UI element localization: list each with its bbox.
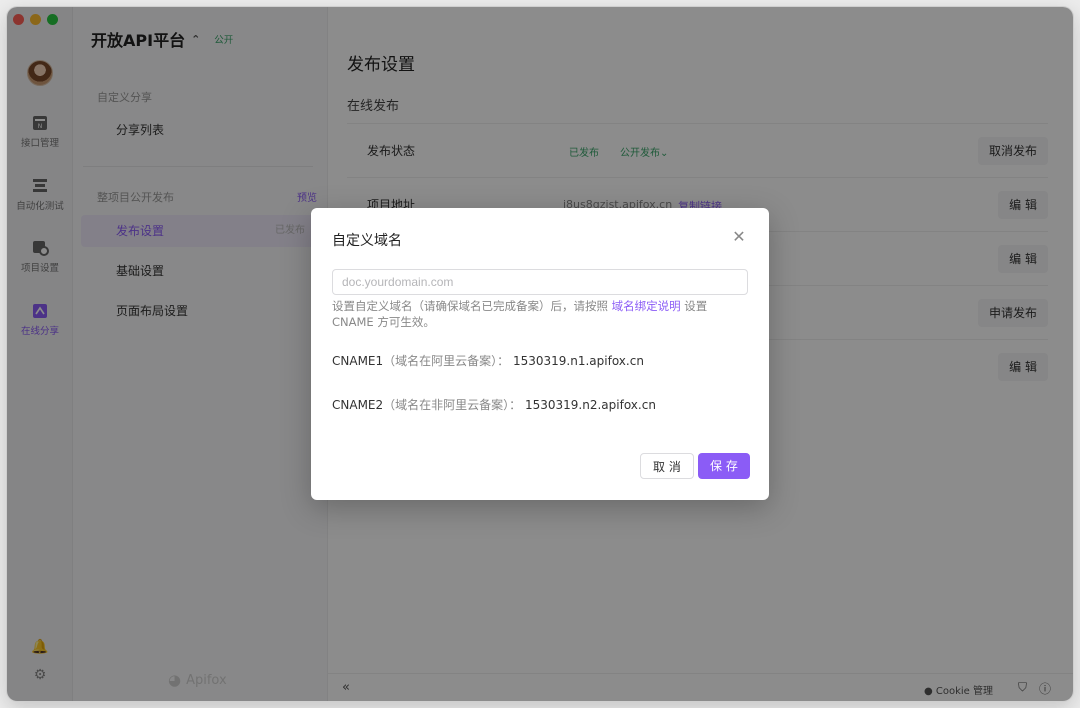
- cname-value: 1530319.n2.apifox.cn: [524, 398, 656, 412]
- dialog-title: 自定义域名: [332, 233, 402, 249]
- domain-input[interactable]: [332, 269, 748, 295]
- cname2-row: CNAME2（域名在非阿里云备案）： 1530319.n2.apifox.cn: [332, 396, 656, 413]
- domain-hint: 设置自定义域名（请确保域名已完成备案）后，请按照 域名绑定说明 设置 CNAME…: [332, 298, 732, 330]
- cname-note: （域名在阿里云备案）：: [383, 354, 510, 368]
- cname-value: 1530319.n1.apifox.cn: [512, 354, 644, 368]
- cancel-button[interactable]: 取 消: [640, 453, 694, 479]
- domain-binding-guide-link[interactable]: 域名绑定说明: [612, 299, 681, 313]
- save-button[interactable]: 保 存: [698, 453, 750, 479]
- cname-note: （域名在非阿里云备案）：: [383, 398, 522, 412]
- close-icon[interactable]: ✕: [732, 229, 746, 245]
- cname1-row: CNAME1（域名在阿里云备案）： 1530319.n1.apifox.cn: [332, 352, 644, 369]
- hint-text: 设置自定义域名（请确保域名已完成备案）后，请按照: [332, 299, 612, 313]
- cname-label: CNAME2: [332, 398, 384, 412]
- custom-domain-dialog: 自定义域名 ✕ 设置自定义域名（请确保域名已完成备案）后，请按照 域名绑定说明 …: [311, 208, 769, 500]
- cname-label: CNAME1: [332, 354, 384, 368]
